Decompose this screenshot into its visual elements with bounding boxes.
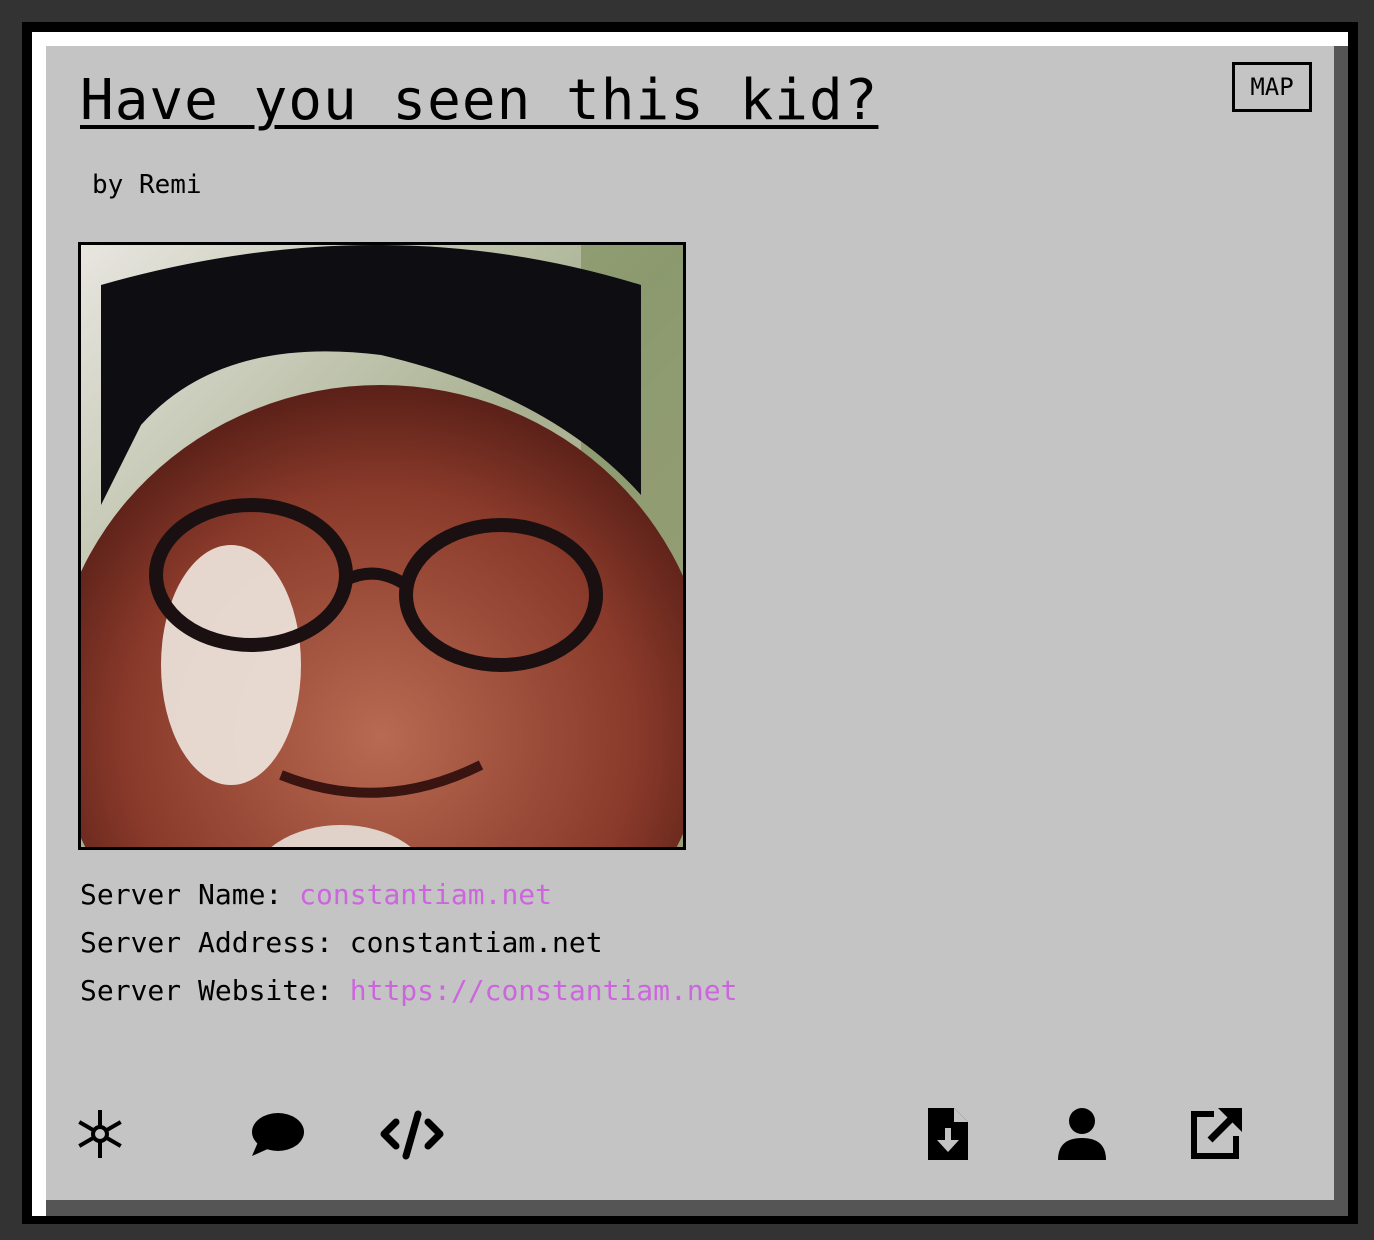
post-card: Have you seen this kid? by Remi MAP Serv… [46, 46, 1334, 1200]
post-author: by Remi [92, 170, 202, 200]
server-address-row: Server Address: constantiam.net [80, 926, 603, 959]
server-address-value: constantiam.net [349, 926, 603, 959]
server-address-label: Server Address: [80, 926, 333, 959]
user-icon[interactable] [1052, 1104, 1112, 1164]
server-website-label: Server Website: [80, 974, 333, 1007]
post-photo[interactable] [78, 242, 686, 850]
code-icon[interactable] [380, 1104, 444, 1164]
post-title-link[interactable]: Have you seen this kid? [80, 68, 878, 133]
server-name-label: Server Name: [80, 878, 283, 911]
external-link-icon[interactable] [1186, 1104, 1246, 1164]
asterisk-icon[interactable] [70, 1104, 130, 1164]
comment-icon[interactable] [248, 1104, 308, 1164]
server-website-link[interactable]: https://constantiam.net [350, 974, 738, 1007]
file-download-icon[interactable] [918, 1104, 978, 1164]
server-website-row: Server Website: https://constantiam.net [80, 974, 737, 1007]
server-name-link[interactable]: constantiam.net [299, 878, 552, 911]
server-name-row: Server Name: constantiam.net [80, 878, 552, 911]
map-button[interactable]: MAP [1232, 62, 1312, 112]
